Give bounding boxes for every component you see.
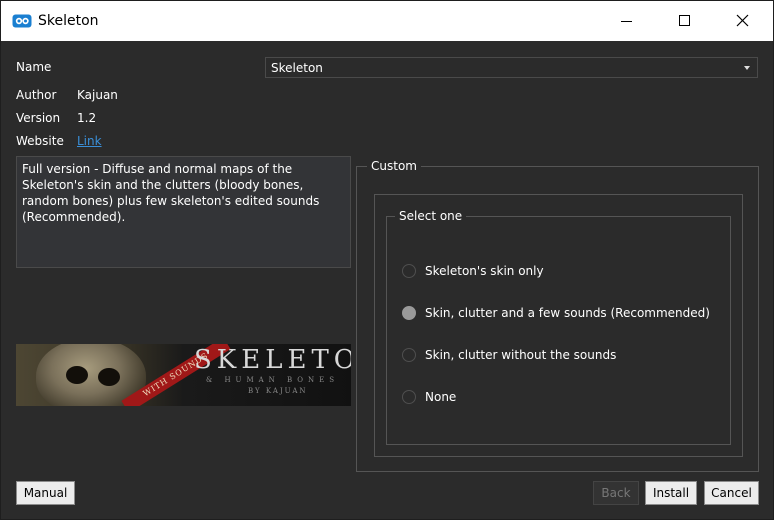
manual-button[interactable]: Manual bbox=[16, 481, 75, 505]
banner-title: SKELETON bbox=[194, 345, 351, 375]
banner-byline: BY KAJUAN bbox=[248, 387, 308, 395]
chevron-down-icon bbox=[744, 66, 750, 70]
author-value: Kajuan bbox=[77, 88, 118, 102]
radio-button[interactable] bbox=[402, 264, 416, 278]
mod-banner-image: WITH SOUNDS SKELETON & HUMAN BONES BY KA… bbox=[16, 344, 351, 406]
title-bar[interactable]: Skeleton bbox=[1, 1, 773, 41]
custom-group-title: Custom bbox=[367, 159, 421, 173]
option-label: Skeleton's skin only bbox=[425, 264, 544, 278]
select-one-title: Select one bbox=[395, 209, 467, 223]
banner-subtitle: & HUMAN BONES bbox=[206, 376, 340, 384]
author-label: Author bbox=[16, 88, 57, 102]
installer-window: Skeleton Name Skeleton Author Kajuan Ver… bbox=[0, 0, 774, 520]
option-label: Skin, clutter without the sounds bbox=[425, 348, 617, 362]
maximize-button[interactable] bbox=[656, 1, 714, 41]
name-dropdown-value: Skeleton bbox=[271, 61, 323, 75]
app-logo-icon bbox=[12, 13, 32, 29]
option-label: Skin, clutter and a few sounds (Recommen… bbox=[425, 306, 710, 320]
radio-button[interactable] bbox=[402, 348, 416, 362]
version-value: 1.2 bbox=[77, 111, 97, 125]
radio-button[interactable] bbox=[402, 390, 416, 404]
minimize-icon bbox=[621, 21, 632, 22]
version-label: Version bbox=[16, 111, 61, 125]
maximize-icon bbox=[679, 15, 690, 26]
name-label: Name bbox=[16, 60, 52, 74]
radio-button-selected[interactable] bbox=[402, 306, 416, 320]
back-button[interactable]: Back bbox=[593, 481, 639, 505]
minimize-button[interactable] bbox=[598, 1, 656, 41]
close-button[interactable] bbox=[714, 1, 772, 41]
name-dropdown[interactable]: Skeleton bbox=[265, 57, 758, 78]
website-link[interactable]: Link bbox=[77, 134, 102, 148]
select-one-groupbox bbox=[386, 216, 731, 445]
description-box[interactable]: Full version - Diffuse and normal maps o… bbox=[16, 156, 351, 268]
website-label: Website bbox=[16, 134, 64, 148]
option-label: None bbox=[425, 390, 457, 404]
install-button[interactable]: Install bbox=[645, 481, 697, 505]
close-icon bbox=[736, 14, 749, 27]
window-title: Skeleton bbox=[38, 13, 99, 29]
cancel-button[interactable]: Cancel bbox=[704, 481, 759, 505]
